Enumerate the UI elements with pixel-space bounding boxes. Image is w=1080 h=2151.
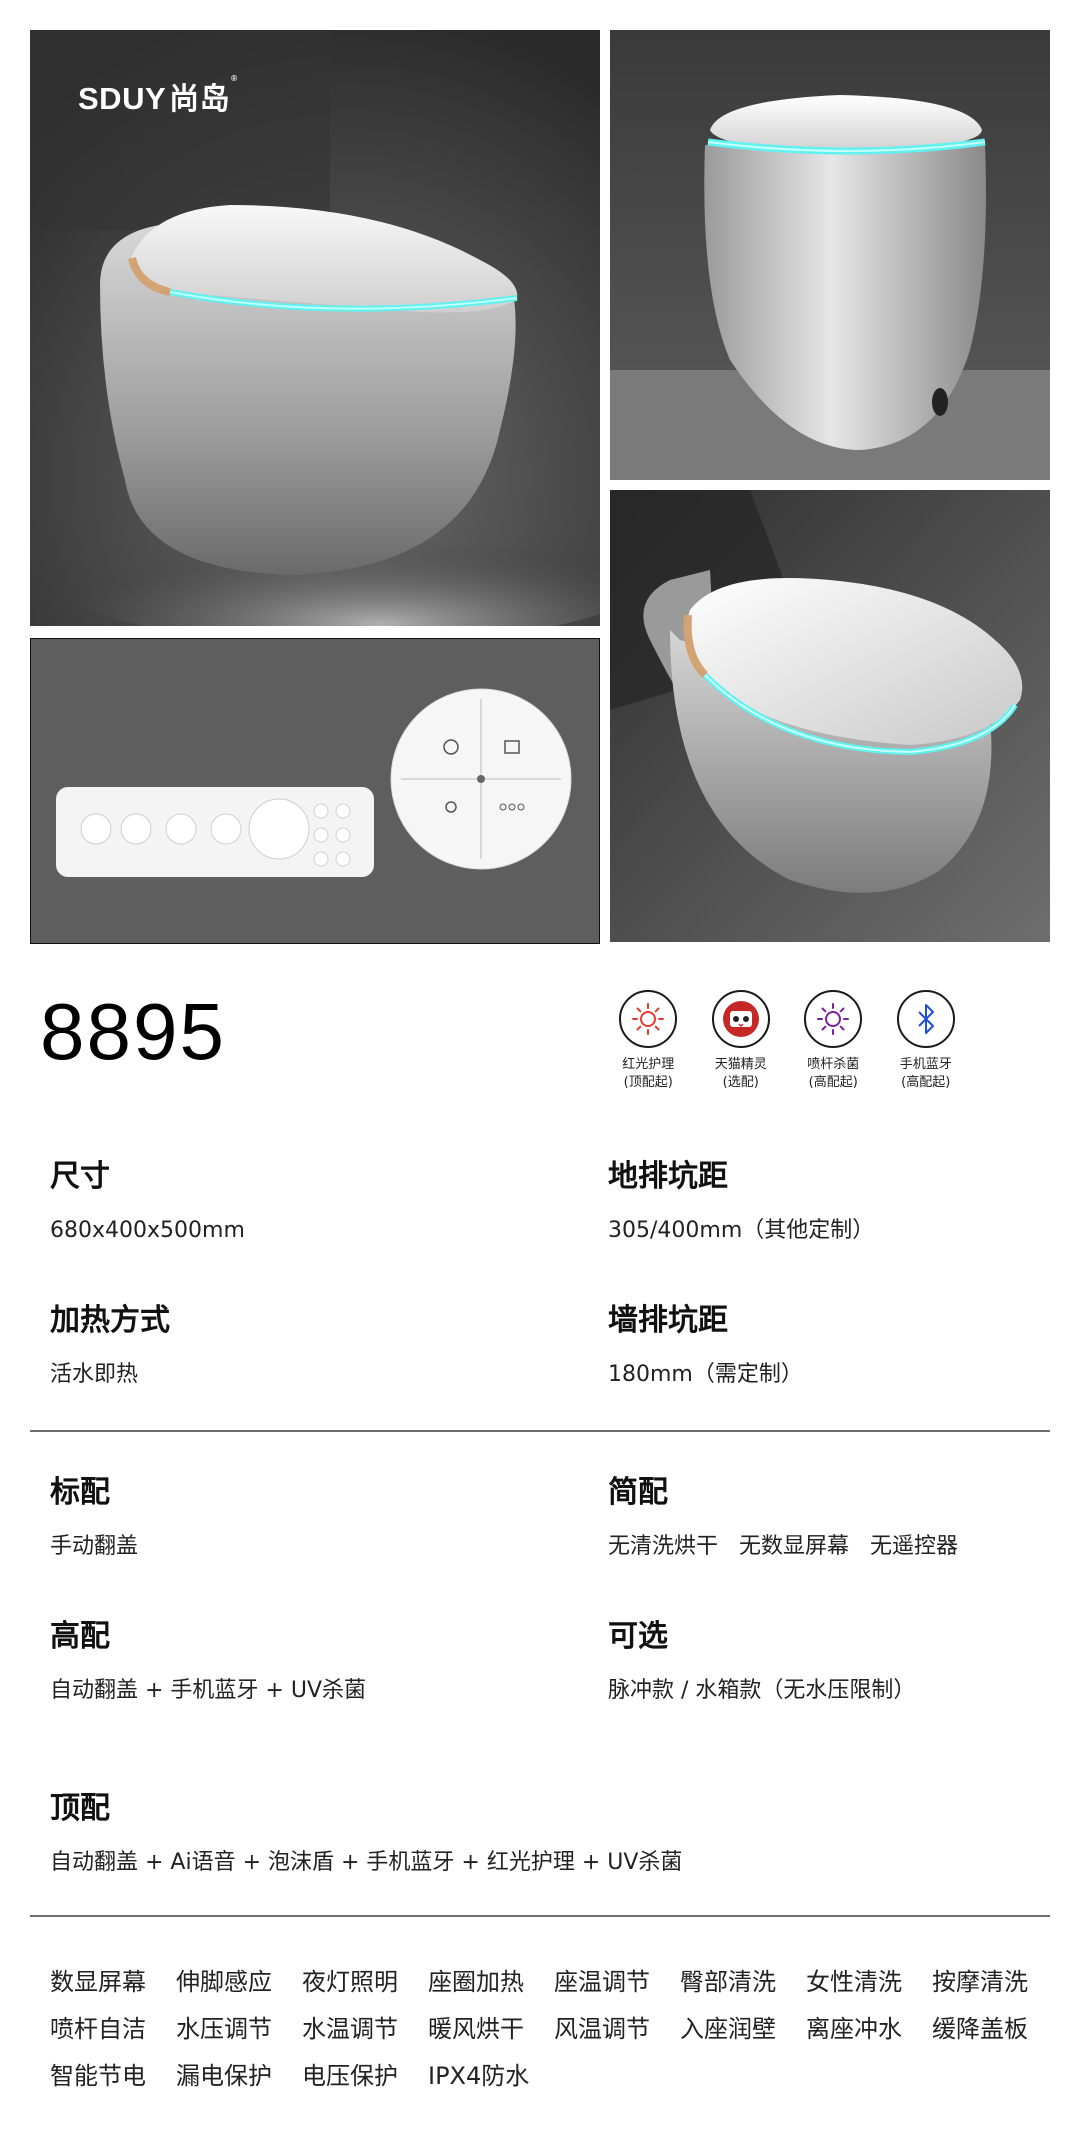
product-photo-rear [610,30,1050,480]
feature-item: 座圈加热 [428,1968,524,1996]
uv-icon [804,990,863,1048]
feature-item: 缓降盖板 [932,2015,1028,2043]
spec-floor-drain: 地排坑距 305/400mm（其他定制） [608,1162,874,1242]
bluetooth-icon [896,990,955,1048]
spec-title: 地排坑距 [608,1159,728,1194]
brand-logo: SDUY 尚岛® [78,74,238,118]
spec-value: 305/400mm（其他定制） [608,1218,875,1243]
badge-red-light: 红光护理 (顶配起) [602,990,695,1092]
feature-item: 按摩清洗 [932,1968,1028,1996]
config-title: 标配 [50,1475,110,1510]
config-simple: 简配 无清洗烘干 无数显屏幕 无遥控器 [608,1478,958,1558]
badge-sublabel: (选配) [722,1075,759,1090]
badge-label: 手机蓝牙 [899,1057,952,1072]
config-top: 顶配 自动翻盖 + Ai语音 + 泡沫盾 + 手机蓝牙 + 红光护理 + UV杀… [50,1794,682,1874]
spec-title: 加热方式 [50,1303,170,1338]
badge-label: 喷杆杀菌 [807,1057,860,1072]
feature-item: 水温调节 [302,2015,398,2043]
feature-item: 离座冲水 [806,2015,902,2043]
config-optional: 可选 脉冲款 / 水箱款（无水压限制） [608,1622,915,1702]
spec-value: 180mm（需定制） [608,1362,803,1387]
product-photo-main: SDUY 尚岛® [30,30,600,626]
badge-sublabel: (高配起) [901,1075,951,1090]
feature-list: 数显屏幕 伸脚感应 夜灯照明 座圈加热 座温调节 臀部清洗 女性清洗 按摩清洗 … [50,1962,1060,2103]
feature-item: 喷杆自洁 [50,2015,146,2043]
model-number: 8895 [40,987,226,1076]
feature-item: 入座润壁 [680,2015,776,2043]
feature-row: 数显屏幕 伸脚感应 夜灯照明 座圈加热 座温调节 臀部清洗 女性清洗 按摩清洗 [50,1962,1060,2009]
badge-uv-sterilize: 喷杆杀菌 (高配起) [787,990,880,1092]
spec-title: 墙排坑距 [608,1303,728,1338]
feature-item: 伸脚感应 [176,1968,272,1996]
config-title: 简配 [608,1475,668,1510]
spec-value: 活水即热 [50,1362,139,1387]
feature-item: 女性清洗 [806,1968,902,1996]
feature-badges: 红光护理 (顶配起) 天猫精灵 (选配) 喷杆杀菌 (高配起) 手机蓝牙 (高配… [602,990,972,1092]
feature-row: 智能节电 漏电保护 电压保护 IPX4防水 [50,2056,1060,2103]
feature-item: 风温调节 [554,2015,650,2043]
config-value: 自动翻盖 + 手机蓝牙 + UV杀菌 [50,1678,366,1703]
badge-label: 天猫精灵 [714,1057,767,1072]
spec-wall-drain: 墙排坑距 180mm（需定制） [608,1306,803,1386]
badge-tmall-genie: 天猫精灵 (选配) [695,990,788,1092]
feature-item: IPX4防水 [428,2062,530,2090]
config-value: 自动翻盖 + Ai语音 + 泡沫盾 + 手机蓝牙 + 红光护理 + UV杀菌 [50,1850,683,1875]
divider [30,1915,1050,1917]
feature-row: 喷杆自洁 水压调节 水温调节 暖风烘干 风温调节 入座润壁 离座冲水 缓降盖板 [50,2009,1060,2056]
spec-title: 尺寸 [50,1159,110,1194]
sun-icon [619,990,678,1048]
divider [30,1430,1050,1432]
registered-mark: ® [231,74,238,83]
badge-sublabel: (顶配起) [623,1075,673,1090]
config-value: 脉冲款 / 水箱款（无水压限制） [608,1678,916,1703]
feature-item: 水压调节 [176,2015,272,2043]
config-title: 顶配 [50,1791,110,1826]
config-standard: 标配 手动翻盖 [50,1478,138,1558]
product-photo-angle [610,490,1050,942]
badge-label: 红光护理 [622,1057,675,1072]
config-value: 无清洗烘干 无数显屏幕 无遥控器 [608,1534,958,1559]
feature-item: 夜灯照明 [302,1968,398,1996]
feature-item: 臀部清洗 [680,1968,776,1996]
config-high: 高配 自动翻盖 + 手机蓝牙 + UV杀菌 [50,1622,366,1702]
spec-value: 680x400x500mm [50,1218,245,1243]
brand-name: SDUY [78,81,167,116]
config-title: 高配 [50,1619,110,1654]
badge-bluetooth: 手机蓝牙 (高配起) [880,990,973,1092]
tmall-icon [711,990,770,1048]
feature-item: 暖风烘干 [428,2015,524,2043]
feature-item: 数显屏幕 [50,1968,146,1996]
config-value: 手动翻盖 [50,1534,139,1559]
feature-item: 漏电保护 [176,2062,272,2090]
feature-item: 智能节电 [50,2062,146,2090]
badge-sublabel: (高配起) [808,1075,858,1090]
config-title: 可选 [608,1619,668,1654]
brand-name-cn: 尚岛 [169,82,231,117]
remote-control-photo [30,638,600,944]
feature-item: 座温调节 [554,1968,650,1996]
feature-item: 电压保护 [302,2062,398,2090]
spec-heating: 加热方式 活水即热 [50,1306,170,1386]
spec-size: 尺寸 680x400x500mm [50,1162,245,1242]
